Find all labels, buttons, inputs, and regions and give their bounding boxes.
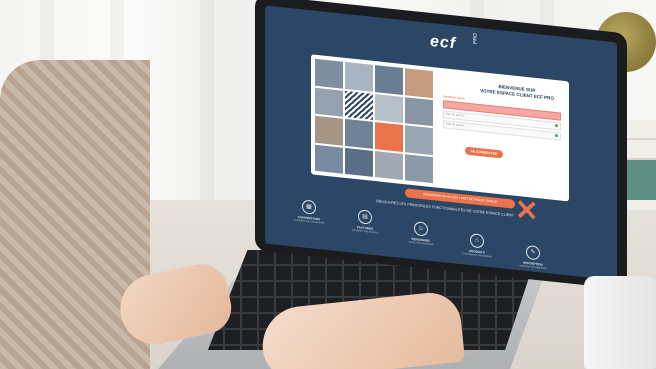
photo-tile	[375, 150, 403, 181]
laptop-screen: ecf PRO BIENVENUE SUR VOTRE ESPACE CLIEN…	[265, 5, 617, 281]
login-card: BIENVENUE SUR VOTRE ESPACE CLIENT ECF PR…	[311, 54, 569, 202]
login-button[interactable]: SE CONNECTER	[465, 146, 503, 159]
photo-tile	[405, 68, 433, 98]
curtain-fold	[200, 0, 214, 230]
calendar-icon: ▦	[302, 199, 316, 215]
photo-tile	[345, 118, 373, 149]
photo-tile	[405, 96, 433, 127]
photo-tile	[315, 58, 343, 89]
photo-tile	[315, 144, 343, 174]
password-placeholder: Mot de passe	[446, 111, 465, 118]
password-placeholder: Mot de passe	[446, 121, 465, 128]
photo-tile	[375, 65, 403, 95]
pattern-tile	[345, 90, 373, 120]
accent-tile	[375, 122, 403, 152]
photo-tile	[375, 93, 403, 124]
white-mug	[584, 276, 656, 369]
feature-inscription[interactable]: ✎ INSCRIPTION Inscrivez vos stagiaires	[513, 244, 553, 271]
eye-icon[interactable]	[555, 133, 558, 138]
feature-conventions[interactable]: ▦ CONVENTIONS Consultez vos conventions	[289, 198, 329, 225]
invoice-icon: ▤	[358, 209, 372, 225]
user-icon: ☺	[414, 221, 428, 237]
photo-tile	[315, 87, 343, 117]
photo-tile	[345, 61, 373, 92]
brand-logo-sub: PRO	[472, 32, 479, 45]
login-form: BIENVENUE SUR VOTRE ESPACE CLIENT ECF PR…	[443, 78, 561, 194]
feature-produits[interactable]: ⌂ PRODUITS Commandez vos produits	[457, 232, 497, 259]
cart-icon: ⌂	[470, 233, 484, 249]
photo-tile	[405, 125, 433, 155]
brand-logo: ecf	[430, 32, 457, 53]
eye-icon[interactable]	[555, 123, 558, 128]
badge-icon: ✎	[526, 244, 540, 261]
feature-personnel[interactable]: ☺ PERSONNEL Gérez vos personnels	[401, 220, 441, 247]
photo-scene: ecf PRO BIENVENUE SUR VOTRE ESPACE CLIEN…	[0, 0, 656, 369]
cross-icon: ✕	[515, 193, 539, 228]
photo-tile	[405, 153, 433, 184]
photo-grid	[315, 58, 433, 184]
photo-tile	[315, 115, 343, 146]
feature-factures[interactable]: ▤ FACTURES Consultez vos factures	[345, 208, 385, 235]
photo-tile	[345, 147, 373, 177]
